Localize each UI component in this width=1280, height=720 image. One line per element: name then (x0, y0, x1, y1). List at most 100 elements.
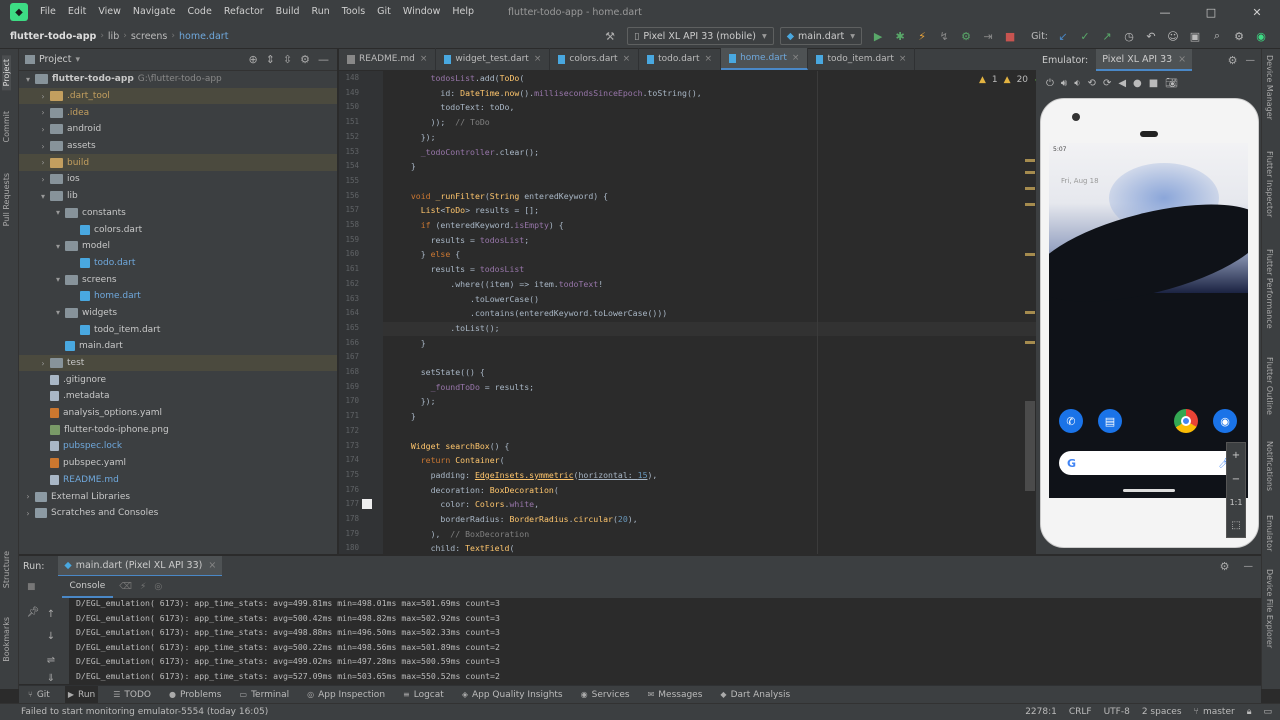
close-icon[interactable]: × (705, 54, 713, 64)
tool-tab-logcat[interactable]: ≡ Logcat (400, 686, 447, 704)
overview-icon[interactable]: ■ (1149, 78, 1158, 89)
gesture-nav-pill[interactable] (1123, 489, 1175, 492)
editor-tab[interactable]: README.md × (339, 48, 437, 70)
tool-tab-flutter-performance[interactable]: Flutter Performance (1265, 249, 1274, 329)
tree-item[interactable]: pubspec.lock (19, 438, 337, 455)
rollback-icon[interactable]: ↶ (1141, 27, 1161, 45)
tree-item[interactable]: pubspec.yaml (19, 455, 337, 472)
soft-wrap-icon[interactable]: ⇌ (43, 652, 59, 668)
tree-item[interactable]: ▾ screens (19, 271, 337, 288)
error-stripe-mark[interactable] (1025, 311, 1035, 314)
chevron-down-icon[interactable]: ▾ (53, 275, 63, 284)
tool-tab-dart-analysis[interactable]: ◆ Dart Analysis (717, 686, 793, 704)
phone-screen[interactable]: 5:07 Fri, Aug 18 ✆ ▤ ◉ G 🎤︎ (1049, 143, 1248, 498)
tool-tab-app-inspection[interactable]: ◎ App Inspection (304, 686, 388, 704)
scrollbar-thumb[interactable] (1025, 401, 1035, 491)
tree-item[interactable]: › .idea (19, 104, 337, 121)
hammer-icon[interactable]: ⚒ (600, 27, 620, 45)
user-icon[interactable]: ☺ (1163, 27, 1183, 45)
breadcrumb-project[interactable]: flutter-todo-app (0, 31, 100, 42)
hot-reload-icon[interactable]: ⚡ (912, 27, 932, 45)
tool-tab-notifications[interactable]: Notifications (1265, 441, 1274, 491)
chevron-down-icon[interactable]: ▾ (38, 192, 48, 201)
tool-tab-pull-requests[interactable]: Pull Requests (2, 173, 11, 226)
arrow-up-icon[interactable]: ↑ (43, 606, 59, 622)
chevron-right-icon[interactable]: › (38, 359, 48, 368)
tool-tab-run[interactable]: ▶ Run (64, 685, 99, 704)
zoom-fit-button[interactable]: ⬚ (1231, 520, 1240, 531)
tree-item[interactable]: colors.dart (19, 221, 337, 238)
editor-tab[interactable]: colors.dart × (550, 48, 640, 70)
editor-tab[interactable]: todo.dart × (639, 48, 722, 70)
tool-tab-flutter-inspector[interactable]: Flutter Inspector (1265, 151, 1274, 217)
chevron-down-icon[interactable]: ▾ (53, 208, 63, 217)
menu-refactor[interactable]: Refactor (218, 0, 270, 24)
tool-tab-commit[interactable]: Commit (2, 111, 11, 142)
power-icon[interactable]: ⏻ (1046, 78, 1054, 89)
tool-tab-emulator[interactable]: Emulator (1265, 515, 1274, 551)
memory-indicator-icon[interactable]: ▭ (1263, 707, 1272, 717)
menu-file[interactable]: File (34, 0, 62, 24)
tree-item[interactable]: flutter-todo-iphone.png (19, 421, 337, 438)
google-search-bar[interactable]: G 🎤︎ (1059, 451, 1239, 475)
gear-icon[interactable]: ⚙ (1229, 27, 1249, 45)
arrow-down-icon[interactable]: ↓ (43, 628, 59, 644)
tree-item[interactable]: todo.dart (19, 255, 337, 272)
tool-tab-todo[interactable]: ☰ TODO (110, 686, 154, 704)
tree-item[interactable]: analysis_options.yaml (19, 405, 337, 422)
chrome-app-icon[interactable] (1174, 409, 1198, 433)
code-editor[interactable]: 148 149 150 151 152 153 154 155 156 157 158 159 160 1… (339, 71, 1036, 554)
breadcrumb-lib[interactable]: lib (104, 31, 123, 42)
menu-edit[interactable]: Edit (62, 0, 92, 24)
console-output[interactable]: D/EGL_emulation( 6173): app_time_stats: … (69, 598, 1261, 684)
menu-run[interactable]: Run (306, 0, 336, 24)
zoom-in-button[interactable]: + (1232, 450, 1240, 461)
tree-item[interactable]: .metadata (19, 388, 337, 405)
volume-up-icon[interactable]: 🔊︎ (1061, 78, 1067, 89)
chevron-right-icon[interactable]: › (23, 492, 33, 501)
chevron-right-icon[interactable]: › (23, 509, 33, 518)
attach-debugger-icon[interactable]: ⇥ (978, 27, 998, 45)
menu-navigate[interactable]: Navigate (127, 0, 182, 24)
tool-tab-flutter-outline[interactable]: Flutter Outline (1265, 357, 1274, 415)
close-button[interactable]: ✕ (1234, 6, 1280, 19)
error-stripe-mark[interactable] (1025, 171, 1035, 174)
editor-tab[interactable]: widget_test.dart × (436, 48, 551, 70)
camera-app-icon[interactable]: ◉ (1213, 409, 1237, 433)
lock-icon[interactable]: 🔒︎ (1247, 707, 1252, 717)
tool-tab-device-manager[interactable]: Device Manager (1265, 55, 1274, 120)
editor-tab[interactable]: home.dart × (721, 48, 809, 70)
project-panel-title[interactable]: Project (39, 54, 72, 65)
device-mirror-icon[interactable]: ▣ (1185, 27, 1205, 45)
search-icon[interactable]: ⌕ (1207, 27, 1227, 45)
hide-icon[interactable]: — (318, 53, 329, 66)
tool-tab-structure[interactable]: Structure (2, 551, 11, 588)
stop-icon[interactable]: ■ (27, 582, 36, 592)
menu-tools[interactable]: Tools (336, 0, 371, 24)
tool-tab-app-quality-insights[interactable]: ◈ App Quality Insights (459, 686, 566, 704)
hot-reload-icon[interactable]: ⚡ (140, 582, 146, 592)
gear-icon[interactable]: ⚙ (300, 53, 310, 66)
chevron-down-icon[interactable]: ▾ (53, 242, 63, 251)
file-encoding[interactable]: UTF-8 (1104, 707, 1130, 717)
close-icon[interactable]: × (792, 53, 800, 63)
gear-icon[interactable]: ⚙ (1220, 560, 1230, 573)
close-icon[interactable]: × (420, 54, 428, 64)
profile-icon[interactable]: ⚙ (956, 27, 976, 45)
menu-code[interactable]: Code (181, 0, 217, 24)
minimize-button[interactable]: — (1142, 6, 1188, 19)
run-config-tab[interactable]: ◆ main.dart (Pixel XL API 33) × (58, 555, 223, 577)
tree-item[interactable]: README.md (19, 472, 337, 489)
caret-position[interactable]: 2278:1 (1025, 707, 1057, 717)
breadcrumb-file[interactable]: home.dart (175, 31, 232, 42)
menu-help[interactable]: Help (446, 0, 480, 24)
rotate-left-icon[interactable]: ⟲ (1088, 78, 1096, 89)
tree-item[interactable]: .gitignore (19, 371, 337, 388)
stop-icon[interactable]: ■ (1000, 27, 1020, 45)
history-icon[interactable]: ◷ (1119, 27, 1139, 45)
breadcrumb-screens[interactable]: screens (127, 31, 172, 42)
tree-item[interactable]: › External Libraries (19, 488, 337, 505)
git-commit-icon[interactable]: ✓ (1075, 27, 1095, 45)
close-icon[interactable]: × (534, 54, 542, 64)
tool-tab-git[interactable]: ⑂ Git (25, 686, 53, 704)
